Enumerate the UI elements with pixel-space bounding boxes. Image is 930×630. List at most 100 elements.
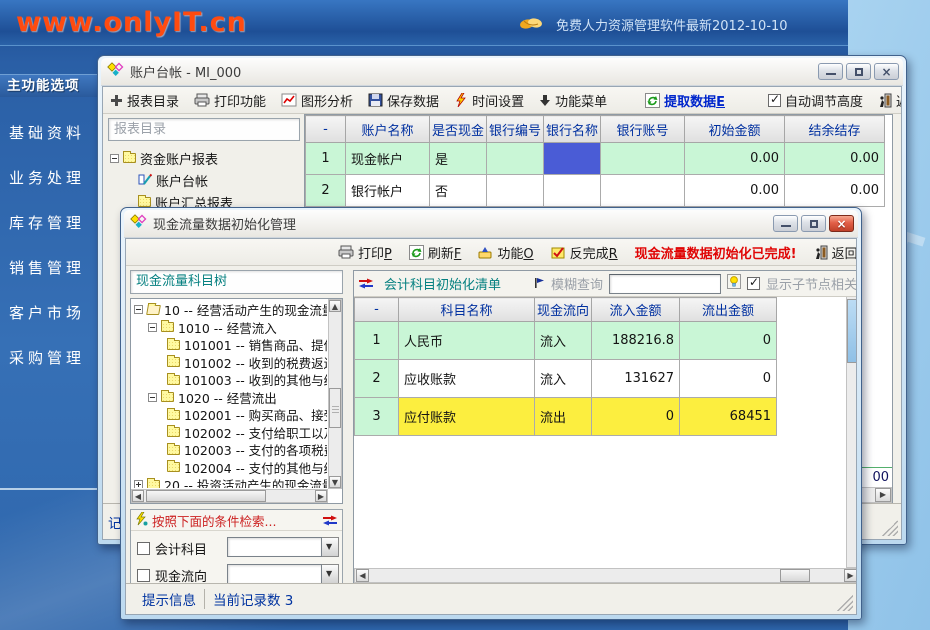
- minimize-button[interactable]: [818, 63, 843, 80]
- cashflow-init-window: 现金流量数据初始化管理 × 打印P 刷新F 功能O 反完成R 现金流量数据初始化…: [120, 207, 862, 620]
- sidebar-item-business[interactable]: 业务处理: [9, 167, 97, 189]
- sidebar-item-inventory[interactable]: 库存管理: [9, 212, 97, 234]
- window1-titlebar[interactable]: 账户台帐 - MI_000 ×: [101, 58, 903, 86]
- checkbox-checked-icon[interactable]: [768, 94, 781, 107]
- sidebar-header: 主功能选项: [0, 74, 97, 97]
- sidebar-bottom-edge: [0, 488, 97, 490]
- subject-filter-checkbox[interactable]: [137, 542, 150, 555]
- grid-row-highlighted: 3 应付账款 流出 0 68451: [355, 398, 777, 436]
- dropdown-arrow-icon[interactable]: [322, 537, 339, 557]
- tree-item-101002[interactable]: 101002 -- 收到的税费返还: [133, 354, 327, 372]
- tree-item-operating[interactable]: 10 -- 经营活动产生的现金流量: [133, 301, 327, 319]
- scroll-left-arrow[interactable]: [356, 569, 369, 582]
- folder-icon: [167, 357, 180, 367]
- tree-item-101001[interactable]: 101001 -- 销售商品、提供劳务收到的现金: [133, 336, 327, 354]
- close-button[interactable]: ×: [829, 215, 854, 232]
- subject-filter-label: 会计科目: [155, 539, 207, 558]
- scroll-thumb[interactable]: [780, 569, 810, 582]
- sidebar-item-customers[interactable]: 客户市场: [9, 302, 97, 324]
- window1-resize-grip[interactable]: [882, 520, 898, 536]
- direction-filter-checkbox[interactable]: [137, 569, 150, 582]
- refresh-button[interactable]: 刷新F: [409, 243, 462, 262]
- collapse-icon[interactable]: [110, 154, 119, 163]
- undo-complete-button[interactable]: 反完成R: [551, 243, 618, 262]
- status-hint-label: 提示信息: [142, 589, 196, 609]
- sidebar-item-sales[interactable]: 销售管理: [9, 257, 97, 279]
- scroll-right-arrow[interactable]: [875, 488, 891, 502]
- save-data-button[interactable]: 保存数据: [368, 91, 439, 110]
- maximize-button[interactable]: [846, 63, 871, 80]
- list-horizontal-scrollbar[interactable]: [354, 568, 857, 583]
- chart-icon: [281, 93, 297, 107]
- folder-icon: [147, 480, 160, 488]
- print-button[interactable]: 打印P: [338, 243, 392, 262]
- tree-item-fund-account-reports[interactable]: 资金账户报表: [108, 147, 304, 169]
- minimize-button[interactable]: [773, 215, 798, 232]
- subject-filter-dropdown[interactable]: [227, 537, 339, 557]
- swap-icon[interactable]: [322, 511, 338, 530]
- tree-item-101003[interactable]: 101003 -- 收到的其他与经营活动有关的现金: [133, 371, 327, 389]
- scroll-down-arrow[interactable]: [329, 476, 341, 488]
- scroll-thumb[interactable]: [146, 490, 266, 502]
- swap-icon[interactable]: [358, 274, 374, 293]
- sidebar-item-basic-data[interactable]: 基础资料: [9, 122, 97, 144]
- sidebar-item-purchasing[interactable]: 采购管理: [9, 347, 97, 369]
- tree-item-operating-inflow[interactable]: 1010 -- 经营流入: [133, 319, 327, 337]
- bulb-icon[interactable]: [727, 274, 741, 293]
- graph-analysis-button[interactable]: 图形分析: [281, 91, 353, 110]
- auto-height-checkbox[interactable]: 自动调节高度: [768, 91, 863, 110]
- maximize-button[interactable]: [801, 215, 826, 232]
- cashflow-tree-panel: 10 -- 经营活动产生的现金流量 1010 -- 经营流入 101001 --…: [130, 298, 343, 504]
- return-button[interactable]: 返回R: [878, 91, 902, 110]
- partial-amount-cell[interactable]: 00: [861, 467, 892, 488]
- folder-icon: [167, 410, 180, 420]
- tree-item-operating-outflow[interactable]: 1020 -- 经营流出: [133, 389, 327, 407]
- return-button[interactable]: 返回R: [814, 243, 857, 262]
- scroll-right-arrow[interactable]: [315, 490, 327, 502]
- subject-grid: -科目名称 现金流向流入金额 流出金额 1 人民币 流入 188216.8 0 …: [354, 297, 777, 436]
- scroll-up-arrow[interactable]: [329, 300, 341, 312]
- print-function-button[interactable]: 打印功能: [194, 91, 266, 110]
- collapse-icon[interactable]: [148, 323, 157, 332]
- cashflow-tree-header: 现金流量科目树: [130, 270, 343, 294]
- folder-icon: [167, 340, 180, 350]
- window2-resize-grip[interactable]: [837, 595, 853, 611]
- fuzzy-search-input[interactable]: [609, 274, 721, 294]
- main-function-sidebar: 主功能选项 基础资料 业务处理 库存管理 销售管理 客户市场 采购管理: [0, 60, 97, 490]
- fuzzy-search-label: 模糊查询: [551, 274, 603, 293]
- tree-item-account-ledger[interactable]: 账户台帐: [108, 169, 304, 191]
- window2-titlebar[interactable]: 现金流量数据初始化管理 ×: [124, 210, 858, 238]
- tree-item-102002[interactable]: 102002 -- 支付给职工以及为职工支付的现金: [133, 424, 327, 442]
- scroll-left-arrow[interactable]: [132, 490, 144, 502]
- scroll-thumb[interactable]: [329, 388, 341, 428]
- tree-horizontal-scrollbar[interactable]: [131, 489, 328, 503]
- tree-item-102001[interactable]: 102001 -- 购买商品、接受劳务支付的现金: [133, 406, 327, 424]
- window1-toolbar: 报表目录 打印功能 图形分析 保存数据 时间设置 功能菜单 提取数据E: [103, 87, 901, 114]
- tree-vertical-scrollbar[interactable]: [328, 299, 342, 489]
- extract-data-button[interactable]: 提取数据E: [645, 91, 725, 110]
- scroll-thumb[interactable]: [847, 299, 857, 363]
- collapse-icon[interactable]: [148, 393, 157, 402]
- time-settings-button[interactable]: 时间设置: [454, 91, 524, 110]
- scroll-right-arrow[interactable]: [844, 569, 857, 582]
- function-menu-button[interactable]: 功能菜单: [539, 91, 607, 110]
- close-button[interactable]: ×: [874, 63, 899, 80]
- tree-item-102004[interactable]: 102004 -- 支付的其他与经营活动有关的现金: [133, 459, 327, 477]
- tree-item-102003[interactable]: 102003 -- 支付的各项税费: [133, 441, 327, 459]
- direction-filter-dropdown[interactable]: [227, 564, 339, 584]
- dropdown-arrow-icon[interactable]: [322, 564, 339, 584]
- collapse-icon[interactable]: [134, 305, 143, 314]
- list-vertical-scrollbar[interactable]: [846, 297, 857, 568]
- report-catalog-button[interactable]: 报表目录: [110, 91, 179, 110]
- show-children-checkbox[interactable]: [747, 277, 760, 290]
- folder-icon: [161, 322, 174, 332]
- open-folder-icon: [146, 305, 161, 315]
- tree-item-investing[interactable]: 20 -- 投资活动产生的现金流量: [133, 476, 327, 488]
- folder-icon: [161, 392, 174, 402]
- subject-list-title: 会计科目初始化清单: [384, 274, 501, 293]
- selected-cell[interactable]: [544, 143, 601, 175]
- expand-icon[interactable]: [134, 480, 143, 488]
- function-button[interactable]: 功能O: [478, 243, 533, 262]
- arrow-down-icon: [539, 94, 551, 107]
- window2-statusbar: 提示信息 当前记录数 3: [126, 583, 856, 614]
